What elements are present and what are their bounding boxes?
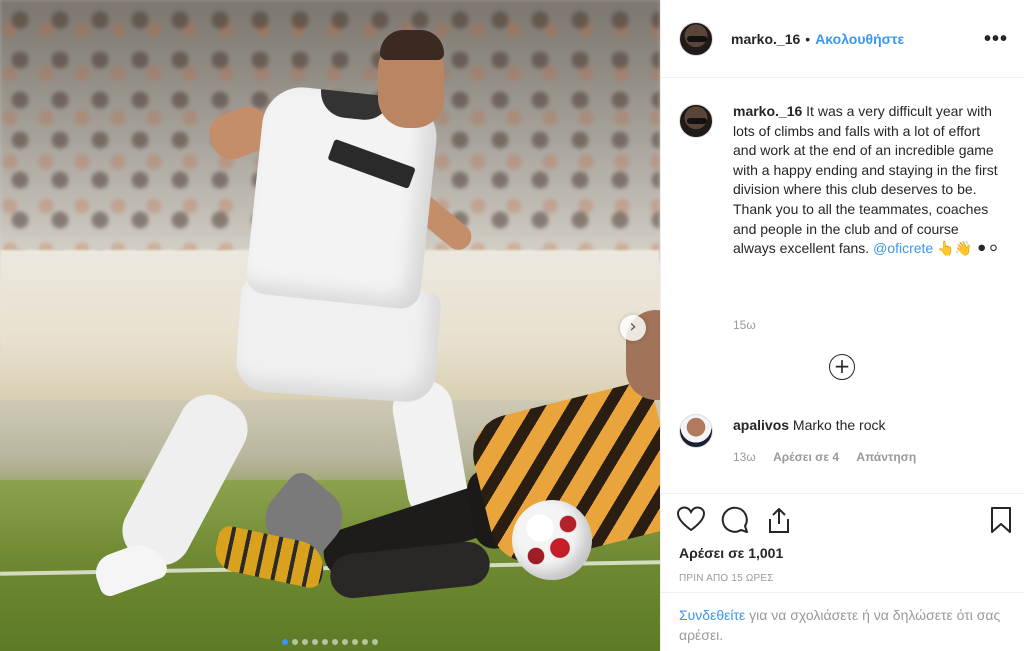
ellipsis-icon[interactable]: ••• (984, 29, 1008, 49)
comment-body: apalivos Marko the rock 13ω Αρέσει σε 4 … (733, 414, 930, 464)
header-username[interactable]: marko._16 (731, 31, 800, 47)
avatar[interactable] (679, 104, 713, 138)
post-time[interactable]: ΠΡΙΝ ΑΠΟ 15 ΩΡΕΣ (679, 573, 774, 584)
carousel-dots (0, 632, 660, 650)
login-prompt: Συνδεθείτε για να σχολιάσετε ή να δηλώσε… (661, 592, 1024, 645)
carousel-dot (302, 639, 308, 645)
avatar[interactable] (679, 21, 713, 56)
like-count[interactable]: Αρέσει σε 1,001 (679, 545, 783, 561)
comment-icon[interactable] (721, 506, 749, 534)
comment-item: apalivos Marko the rock 13ω Αρέσει σε 4 … (679, 414, 1009, 464)
separator-dot: • (805, 30, 811, 47)
comment-time[interactable]: 13ω (733, 450, 756, 464)
plus-circle-icon[interactable]: + (829, 354, 855, 380)
carousel-dot (362, 639, 368, 645)
heart-icon[interactable] (677, 506, 705, 532)
football (512, 500, 592, 580)
post-sidebar: marko._16 • Ακολουθήστε ••• marko._16 It… (660, 0, 1024, 651)
carousel-dot (292, 639, 298, 645)
post-caption: marko._16 It was a very difficult year w… (679, 102, 1009, 259)
post-actions: Αρέσει σε 1,001 ΠΡΙΝ ΑΠΟ 15 ΩΡΕΣ Συνδεθε… (661, 493, 1024, 651)
caption-body: It was a very difficult year with lots o… (733, 103, 998, 257)
comment-content: Marko the rock (789, 417, 886, 433)
reply-button[interactable]: Απάντηση (856, 450, 916, 464)
player-hair (380, 30, 444, 60)
carousel-dot (332, 639, 338, 645)
shirt-sponsor (327, 138, 416, 189)
carousel-dot (322, 639, 328, 645)
avatar[interactable] (679, 414, 713, 448)
login-link[interactable]: Συνδεθείτε (679, 607, 745, 623)
carousel-dot (342, 639, 348, 645)
follow-button[interactable]: Ακολουθήστε (815, 31, 904, 47)
caption-mention[interactable]: @oficrete (873, 240, 933, 256)
comment-username[interactable]: apalivos (733, 417, 789, 433)
comment-text: apalivos Marko the rock (733, 417, 930, 433)
action-icons (677, 506, 1013, 536)
comment-meta: 13ω Αρέσει σε 4 Απάντηση (733, 450, 930, 464)
chevron-right-icon[interactable]: › (620, 315, 646, 341)
post-photo[interactable]: › (0, 0, 660, 651)
bookmark-icon[interactable] (989, 506, 1013, 534)
comment-likes[interactable]: Αρέσει σε 4 (773, 450, 839, 464)
caption-emoji: 👆👋 ⚫⚪ (933, 240, 1000, 257)
carousel-dot (312, 639, 318, 645)
caption-time[interactable]: 15ω (733, 318, 756, 332)
share-icon[interactable] (765, 506, 793, 534)
caption-text: marko._16 It was a very difficult year w… (733, 102, 1003, 259)
caption-username[interactable]: marko._16 (733, 103, 802, 119)
post-header: marko._16 • Ακολουθήστε ••• (661, 0, 1024, 78)
carousel-dot (282, 639, 288, 645)
carousel-dot (372, 639, 378, 645)
carousel-dot (352, 639, 358, 645)
